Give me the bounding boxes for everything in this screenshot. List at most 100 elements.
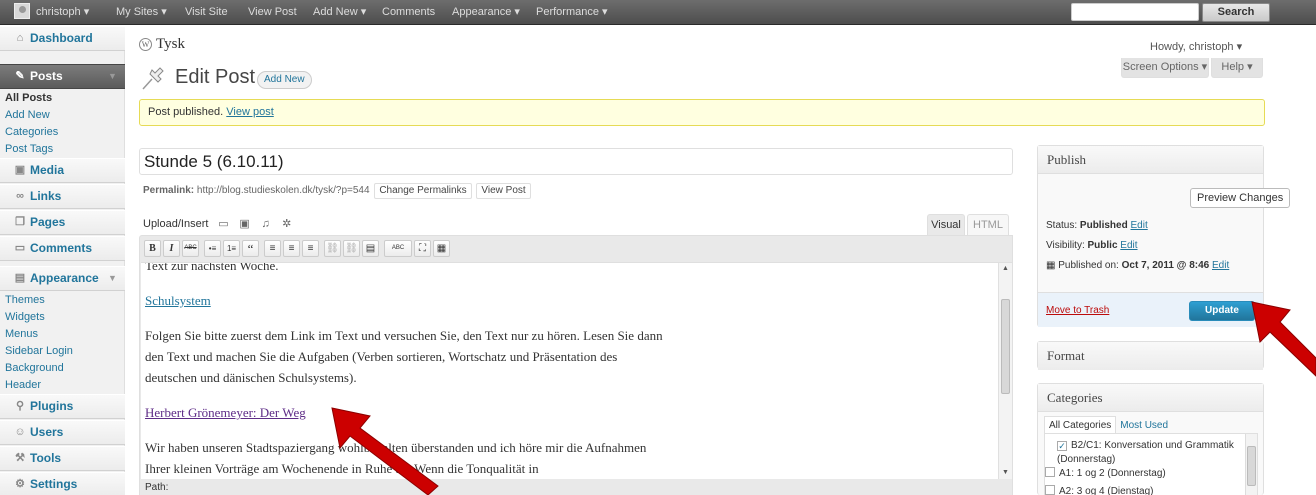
move-to-trash-link[interactable]: Move to Trash [1046, 305, 1109, 316]
admin-bar-visit-site[interactable]: Visit Site [185, 0, 228, 25]
submenu-post-tags[interactable]: Post Tags [5, 141, 53, 157]
sidebar-item-dashboard[interactable]: ⌂ Dashboard [0, 26, 125, 51]
sidebar-item-posts[interactable]: ✎ Posts ▼ [0, 64, 125, 89]
tab-all-categories[interactable]: All Categories [1044, 416, 1117, 434]
category-scrollbar[interactable] [1245, 434, 1257, 495]
dashboard-icon: ⌂ [16, 32, 24, 44]
strikethrough-button[interactable]: ABC [182, 240, 199, 257]
insert-more-button[interactable]: ▤ [362, 240, 379, 257]
permalink-url[interactable]: http://blog.studieskolen.dk/tysk/?p=544 [197, 185, 370, 196]
category-item[interactable]: A1: 1 og 2 (Donnerstag) [1045, 467, 1235, 481]
align-center-button[interactable]: ≡ [283, 240, 300, 257]
publish-heading: Publish [1038, 146, 1263, 174]
edit-visibility-link[interactable]: Edit [1120, 240, 1137, 251]
schulsystem-link[interactable]: Schulsystem [145, 293, 211, 308]
view-post-button[interactable]: View Post [476, 183, 531, 199]
spellcheck-button[interactable]: ABC [384, 240, 412, 257]
admin-bar-add-new[interactable]: Add New ▾ [313, 0, 366, 25]
pin-icon: ✎ [15, 70, 25, 82]
editor-scrollbar[interactable]: ▲ ▼ [998, 263, 1012, 479]
red-arrow-annotation-icon [331, 407, 439, 495]
bold-button[interactable]: B [144, 240, 161, 257]
add-video-icon[interactable]: ▣ [239, 218, 251, 230]
italic-button[interactable]: I [163, 240, 180, 257]
scrollbar-thumb[interactable] [1247, 446, 1256, 486]
category-item[interactable]: ✓ B2/C1: Konversation und Grammatik (Donn… [1057, 439, 1237, 467]
numbered-list-button[interactable]: 1≡ [223, 240, 240, 257]
add-audio-icon[interactable]: ♫ [260, 218, 272, 230]
admin-bar-search-button[interactable]: Search [1202, 3, 1270, 22]
editor-text: Text zur nächsten Woche. Schulsystem Fol… [145, 262, 995, 479]
sidebar-item-pages[interactable]: ❐ Pages [0, 210, 125, 235]
admin-bar-appearance[interactable]: Appearance ▾ [452, 0, 520, 25]
checkbox-icon[interactable] [1045, 467, 1055, 477]
checkbox-checked-icon[interactable]: ✓ [1057, 441, 1067, 451]
editor-content-area[interactable]: Text zur nächsten Woche. Schulsystem Fol… [141, 262, 1012, 479]
category-item[interactable]: A2: 3 og 4 (Dienstag) [1045, 485, 1235, 495]
admin-bar-search-input[interactable] [1071, 3, 1199, 21]
sidebar-item-links[interactable]: ∞ Links [0, 184, 125, 209]
status-row: Status: Published Edit [1046, 220, 1148, 231]
submenu-menus[interactable]: Menus [5, 326, 38, 342]
edit-date-link[interactable]: Edit [1212, 260, 1229, 271]
sidebar-item-users[interactable]: ☺ Users [0, 420, 125, 445]
site-title[interactable]: W Tysk [139, 36, 185, 53]
sidebar-item-media[interactable]: ▣ Media [0, 158, 125, 183]
admin-bar-view-post[interactable]: View Post [248, 0, 297, 25]
admin-bar-my-sites[interactable]: My Sites ▾ [116, 0, 167, 25]
align-left-button[interactable]: ≡ [264, 240, 281, 257]
category-label: B2/C1: Konversation und Grammatik (Donne… [1057, 440, 1234, 465]
add-media-icon[interactable]: ✲ [281, 218, 293, 230]
help-tab[interactable]: Help ▾ [1211, 58, 1263, 78]
scroll-down-icon[interactable]: ▼ [1002, 469, 1009, 476]
settings-icon: ⚙ [15, 478, 25, 490]
edit-status-link[interactable]: Edit [1131, 220, 1148, 231]
add-image-icon[interactable]: ▭ [218, 218, 230, 230]
preview-changes-button[interactable]: Preview Changes [1190, 188, 1291, 208]
editor-paragraph: Text zur nächsten Woche. [145, 262, 279, 273]
blockquote-button[interactable]: “ [242, 240, 259, 257]
sidebar-item-label: Links [30, 189, 62, 203]
submenu-header[interactable]: Header [5, 377, 41, 393]
admin-bar-account[interactable]: christoph ▾ [36, 0, 89, 25]
format-heading[interactable]: Format [1038, 342, 1263, 370]
submenu-themes[interactable]: Themes [5, 292, 45, 308]
submenu-sidebar-login[interactable]: Sidebar Login [5, 343, 73, 359]
submenu-all-posts[interactable]: All Posts [5, 90, 52, 106]
sidebar-item-label: Pages [30, 215, 66, 229]
avatar-icon[interactable] [14, 3, 30, 19]
checkbox-icon[interactable] [1045, 485, 1055, 495]
post-title-input[interactable]: Stunde 5 (6.10.11) [139, 148, 1013, 175]
fullscreen-button[interactable]: ⛶ [414, 240, 431, 257]
sidebar-item-plugins[interactable]: ⚲ Plugins [0, 394, 125, 419]
sidebar-item-comments[interactable]: ▭ Comments [0, 236, 125, 261]
howdy-user-menu[interactable]: Howdy, christoph ▾ [1150, 40, 1242, 53]
kitchen-sink-button[interactable]: ▦ [433, 240, 450, 257]
tab-html[interactable]: HTML [967, 214, 1009, 235]
sidebar-item-tools[interactable]: ⚒ Tools [0, 446, 125, 471]
tab-visual[interactable]: Visual [927, 214, 965, 235]
notice-view-post-link[interactable]: View post [226, 106, 274, 118]
admin-bar-performance[interactable]: Performance ▾ [536, 0, 608, 25]
groenemeyer-link[interactable]: Herbert Grönemeyer: Der Weg [145, 405, 306, 420]
add-new-button[interactable]: Add New [257, 71, 312, 89]
submenu-background[interactable]: Background [5, 360, 64, 376]
insert-link-button[interactable]: ⛓ [324, 240, 341, 257]
scrollbar-thumb[interactable] [1001, 299, 1010, 394]
submenu-add-new[interactable]: Add New [5, 107, 50, 123]
screen-options-tab[interactable]: Screen Options ▾ [1121, 58, 1209, 78]
change-permalinks-button[interactable]: Change Permalinks [374, 183, 472, 199]
tools-icon: ⚒ [15, 452, 25, 464]
admin-bar-comments[interactable]: Comments [382, 0, 435, 25]
sidebar-item-settings[interactable]: ⚙ Settings [0, 472, 125, 495]
unlink-button[interactable]: ⛓ [343, 240, 360, 257]
submenu-categories[interactable]: Categories [5, 124, 58, 140]
bullet-list-button[interactable]: •≡ [204, 240, 221, 257]
categories-heading[interactable]: Categories [1038, 384, 1263, 412]
submenu-widgets[interactable]: Widgets [5, 309, 45, 325]
align-right-button[interactable]: ≡ [302, 240, 319, 257]
scroll-up-icon[interactable]: ▲ [1002, 265, 1009, 272]
sidebar-item-appearance[interactable]: ▤ Appearance ▼ [0, 266, 125, 291]
users-icon: ☺ [14, 426, 26, 438]
update-button[interactable]: Update [1189, 301, 1255, 321]
